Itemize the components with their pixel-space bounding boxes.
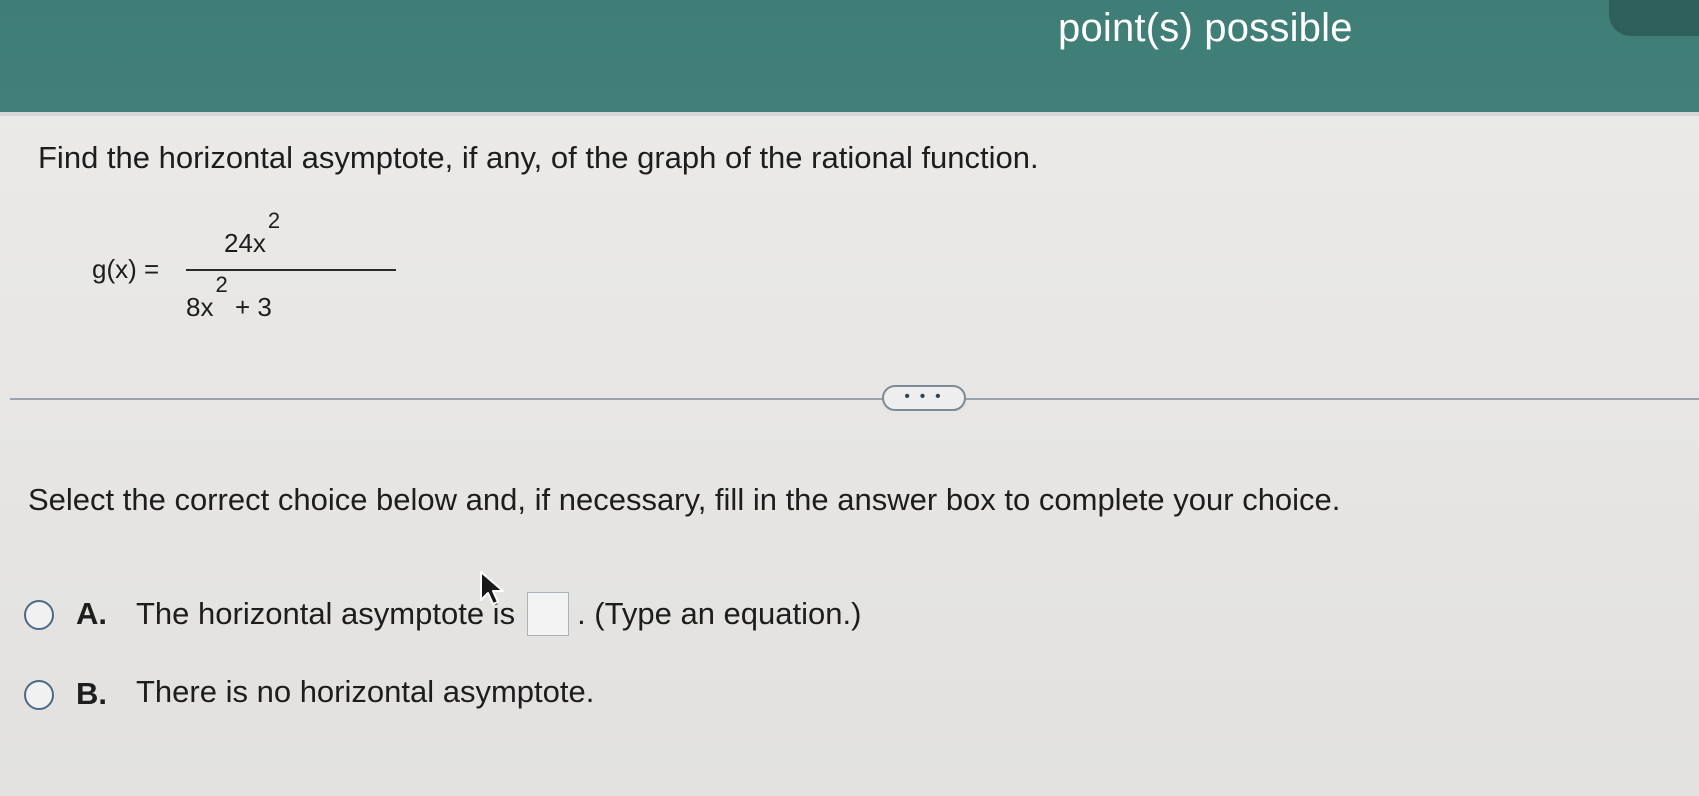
- numerator-base: 24x: [224, 228, 266, 258]
- choice-b-radio[interactable]: [24, 680, 54, 710]
- header-bar: point(s) possible: [0, 0, 1699, 116]
- numerator: 24x2: [224, 208, 280, 259]
- function-lhs: g(x) =: [92, 254, 160, 284]
- numerator-exponent: 2: [267, 208, 281, 233]
- choice-a-text-after: . (Type an equation.): [577, 596, 862, 632]
- denominator-exponent: 2: [215, 272, 228, 297]
- corner-badge: [1609, 0, 1699, 36]
- expand-button[interactable]: • • •: [882, 385, 966, 411]
- denominator: 8x2 + 3: [186, 272, 272, 323]
- choice-a-letter: A.: [76, 596, 107, 631]
- denominator-base: 8x: [186, 292, 214, 322]
- choice-b-letter: B.: [76, 676, 107, 711]
- fraction-bar: [186, 269, 396, 271]
- section-divider: [10, 398, 1699, 400]
- mouse-pointer-icon: [480, 571, 504, 605]
- page: point(s) possible Find the horizontal as…: [0, 0, 1699, 796]
- choice-a-radio[interactable]: [24, 600, 54, 630]
- instruction-text: Select the correct choice below and, if …: [28, 482, 1341, 517]
- choice-b-text: There is no horizontal asymptote.: [136, 674, 595, 709]
- question-prompt: Find the horizontal asymptote, if any, o…: [38, 140, 1039, 175]
- points-possible-label: point(s) possible: [1058, 6, 1353, 50]
- answer-input-box[interactable]: [527, 592, 570, 636]
- choice-a-text-before: The horizontal asymptote is: [136, 596, 516, 632]
- denominator-rest: + 3: [234, 292, 272, 322]
